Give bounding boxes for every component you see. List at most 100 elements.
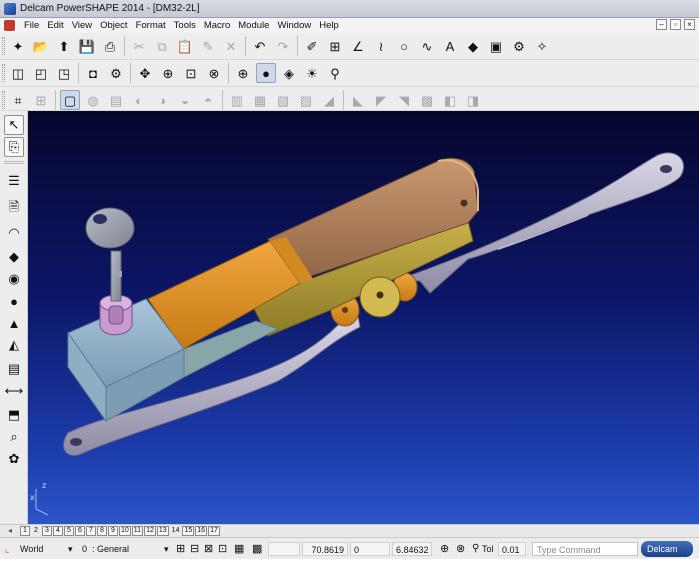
- feature-add-icon[interactable]: ⊞: [31, 90, 51, 110]
- undo-icon[interactable]: ↶: [250, 36, 270, 56]
- absolute-icon[interactable]: ⊕: [440, 542, 454, 556]
- level-dropdown-icon[interactable]: ▾: [164, 542, 174, 556]
- model-tab[interactable]: 9: [108, 526, 118, 536]
- save-icon[interactable]: 💾: [77, 36, 97, 56]
- menu-module[interactable]: Module: [234, 19, 273, 32]
- menu-window[interactable]: Window: [273, 19, 315, 32]
- polyline-icon[interactable]: ≀: [371, 36, 391, 56]
- solid-icon[interactable]: ▣: [486, 36, 506, 56]
- new-file-icon[interactable]: ✦: [8, 36, 28, 56]
- mirror-icon[interactable]: ◧: [440, 90, 460, 110]
- sketch-icon[interactable]: ✐: [302, 36, 322, 56]
- cut-icon[interactable]: ✂: [129, 36, 149, 56]
- light-icon[interactable]: ☀: [302, 63, 322, 83]
- move-icon[interactable]: ◨: [463, 90, 483, 110]
- snap-icon-4[interactable]: ⊡: [218, 542, 232, 556]
- snap-icon-1[interactable]: ⊞: [176, 542, 190, 556]
- assembly-icon[interactable]: ⚙: [509, 36, 529, 56]
- toolbar-grip[interactable]: [2, 91, 5, 109]
- analysis-icon[interactable]: ▲: [4, 313, 24, 333]
- toolbar-grip[interactable]: [2, 37, 5, 55]
- probe-icon[interactable]: ⚲: [325, 63, 345, 83]
- section-icon[interactable]: ⬒: [4, 405, 24, 425]
- model-tab[interactable]: 8: [97, 526, 107, 536]
- solid-cylinder-icon[interactable]: ◍: [83, 90, 103, 110]
- fillet-icon[interactable]: ◢: [319, 90, 339, 110]
- model-tab[interactable]: 14: [170, 526, 182, 536]
- model-tab[interactable]: 16: [195, 526, 208, 536]
- tab-scroll-left-icon[interactable]: ◂: [4, 526, 16, 536]
- line-icon[interactable]: ∠: [348, 36, 368, 56]
- edit-icon[interactable]: ✎: [198, 36, 218, 56]
- view-cube-icon[interactable]: ◘: [83, 63, 103, 83]
- model-tab[interactable]: 6: [75, 526, 85, 536]
- selection-info-icon[interactable]: ⎘: [4, 137, 24, 157]
- graphics-viewport[interactable]: z x: [28, 111, 699, 524]
- workplane-select[interactable]: World: [20, 542, 68, 556]
- import-icon[interactable]: ⬆: [54, 36, 74, 56]
- document-menu-icon[interactable]: [4, 20, 15, 31]
- y-coordinate[interactable]: 0: [350, 542, 390, 556]
- shaded-edges-icon[interactable]: ◈: [279, 63, 299, 83]
- draft-icon[interactable]: ◤: [371, 90, 391, 110]
- select-arrow-icon[interactable]: ↖: [4, 115, 24, 135]
- copy-icon[interactable]: ⧉: [152, 36, 172, 56]
- grid-icon[interactable]: ▦: [234, 542, 248, 556]
- workplane-dropdown-icon[interactable]: ▾: [68, 542, 78, 556]
- boolean-intersect-icon[interactable]: ▧: [273, 90, 293, 110]
- menu-help[interactable]: Help: [315, 19, 343, 32]
- open-folder-icon[interactable]: 📂: [31, 36, 51, 56]
- solid-sweep-icon[interactable]: ◑: [152, 90, 172, 110]
- print-icon[interactable]: ⎙: [100, 36, 120, 56]
- chamfer-icon[interactable]: ◣: [348, 90, 368, 110]
- model-tab[interactable]: 5: [64, 526, 74, 536]
- pan-icon[interactable]: ✥: [135, 63, 155, 83]
- surface-icon[interactable]: ◆: [463, 36, 483, 56]
- menu-format[interactable]: Format: [132, 19, 170, 32]
- pattern-icon[interactable]: ▩: [417, 90, 437, 110]
- zoom-icon[interactable]: ⊕: [158, 63, 178, 83]
- level-icon[interactable]: ☰: [4, 171, 24, 191]
- snap-icon-3[interactable]: ⊠: [204, 542, 218, 556]
- model-tab[interactable]: 2: [31, 526, 41, 536]
- model-tab[interactable]: 11: [131, 526, 144, 536]
- x-coordinate[interactable]: 70.8619: [302, 542, 348, 556]
- circle-icon[interactable]: ○: [394, 36, 414, 56]
- paste-icon[interactable]: 📋: [175, 36, 195, 56]
- curve-icon[interactable]: ∿: [417, 36, 437, 56]
- solid-split-icon[interactable]: ▨: [296, 90, 316, 110]
- model-tab[interactable]: 1: [20, 526, 30, 536]
- redo-icon[interactable]: ↷: [273, 36, 293, 56]
- model-tab[interactable]: 3: [42, 526, 52, 536]
- wizard-icon[interactable]: ✧: [532, 36, 552, 56]
- boolean-subtract-icon[interactable]: ▦: [250, 90, 270, 110]
- menu-macro[interactable]: Macro: [200, 19, 234, 32]
- model-tab[interactable]: 4: [53, 526, 63, 536]
- wireframe-icon[interactable]: ⊕: [233, 63, 253, 83]
- surface-tool-icon[interactable]: ◆: [4, 247, 24, 267]
- solid-revolve-icon[interactable]: ◐: [129, 90, 149, 110]
- menu-file[interactable]: File: [20, 19, 43, 32]
- z-coordinate[interactable]: 6.84632: [392, 542, 432, 556]
- arc-icon[interactable]: ◠: [4, 223, 24, 243]
- solid-extrude-icon[interactable]: ▤: [106, 90, 126, 110]
- menu-tools[interactable]: Tools: [170, 19, 200, 32]
- sphere-icon[interactable]: ◉: [4, 269, 24, 289]
- view-top-icon[interactable]: ◳: [54, 63, 74, 83]
- zoom-fit-icon[interactable]: ⊗: [204, 63, 224, 83]
- render-icon[interactable]: ✿: [4, 449, 24, 469]
- menu-object[interactable]: Object: [96, 19, 131, 32]
- workplane-icon[interactable]: ⊞: [325, 36, 345, 56]
- solid-shell-icon[interactable]: ◓: [198, 90, 218, 110]
- model-tab[interactable]: 13: [156, 526, 169, 536]
- command-input[interactable]: Type Command: [532, 542, 638, 556]
- menu-edit[interactable]: Edit: [43, 19, 67, 32]
- relative-icon[interactable]: ⊗: [456, 542, 470, 556]
- solid-blend-icon[interactable]: ◒: [175, 90, 195, 110]
- view-iso-icon[interactable]: ◫: [8, 63, 28, 83]
- solid-box-icon[interactable]: ▢: [60, 90, 80, 110]
- text-icon[interactable]: A: [440, 36, 460, 56]
- boolean-add-icon[interactable]: ▥: [227, 90, 247, 110]
- measure-icon[interactable]: ◭: [4, 335, 24, 355]
- toolbar-grip[interactable]: [2, 64, 5, 82]
